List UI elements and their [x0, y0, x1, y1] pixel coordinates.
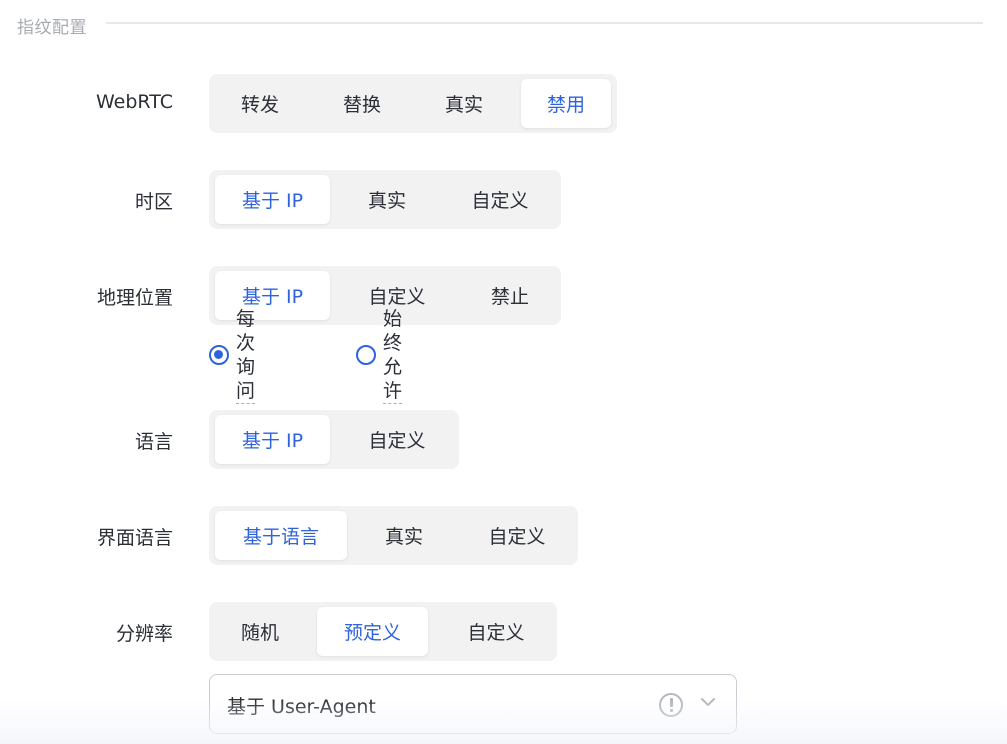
language-option-custom[interactable]: 自定义: [342, 415, 452, 464]
timezone-segmented-control: 基于 IP 真实 自定义: [209, 170, 561, 229]
radio-label: 每次询问: [236, 307, 256, 404]
resolution-option-random[interactable]: 随机: [215, 607, 305, 656]
ui-language-option-language[interactable]: 基于语言: [215, 511, 347, 560]
resolution-option-predefined[interactable]: 预定义: [317, 607, 428, 656]
language-label: 语言: [134, 431, 173, 453]
ui-language-option-real[interactable]: 真实: [359, 511, 449, 560]
webrtc-option-replace[interactable]: 替换: [317, 79, 407, 128]
section-title: 指纹配置: [17, 18, 87, 38]
timezone-option-ip[interactable]: 基于 IP: [215, 175, 330, 224]
radio-unchecked-icon: [356, 345, 376, 365]
timezone-option-real[interactable]: 真实: [342, 175, 432, 224]
timezone-label: 时区: [134, 191, 173, 213]
radio-always-allow[interactable]: 始终允许: [356, 308, 403, 404]
geo-option-block[interactable]: 禁止: [465, 271, 555, 320]
radio-ask-every-time[interactable]: 每次询问: [209, 308, 256, 404]
webrtc-option-forward[interactable]: 转发: [215, 79, 305, 128]
webrtc-label: WebRTC: [95, 91, 173, 113]
info-circle-icon[interactable]: [659, 693, 683, 717]
webrtc-option-real[interactable]: 真实: [419, 79, 509, 128]
ui-language-option-custom[interactable]: 自定义: [462, 511, 572, 560]
language-option-ip[interactable]: 基于 IP: [215, 415, 330, 464]
resolution-select[interactable]: 基于 User-Agent: [209, 674, 737, 734]
radio-checked-icon: [209, 345, 229, 365]
timezone-option-custom[interactable]: 自定义: [445, 175, 555, 224]
geo-option-ip[interactable]: 基于 IP: [215, 271, 330, 320]
section-header: 指纹配置: [0, 0, 1007, 48]
resolution-segmented-control: 随机 预定义 自定义: [209, 602, 557, 661]
ui-language-segmented-control: 基于语言 真实 自定义: [209, 506, 578, 565]
resolution-option-custom[interactable]: 自定义: [441, 607, 551, 656]
language-segmented-control: 基于 IP 自定义: [209, 410, 459, 469]
radio-label: 始终允许: [383, 307, 403, 404]
section-divider: [106, 22, 983, 24]
webrtc-segmented-control: 转发 替换 真实 禁用: [209, 74, 617, 133]
webrtc-option-disable[interactable]: 禁用: [521, 79, 611, 128]
resolution-label: 分辨率: [115, 623, 173, 645]
resolution-select-value: 基于 User-Agent: [227, 696, 376, 718]
geo-label: 地理位置: [96, 287, 173, 309]
ui-language-label: 界面语言: [96, 527, 173, 549]
chevron-down-icon[interactable]: [699, 693, 717, 711]
